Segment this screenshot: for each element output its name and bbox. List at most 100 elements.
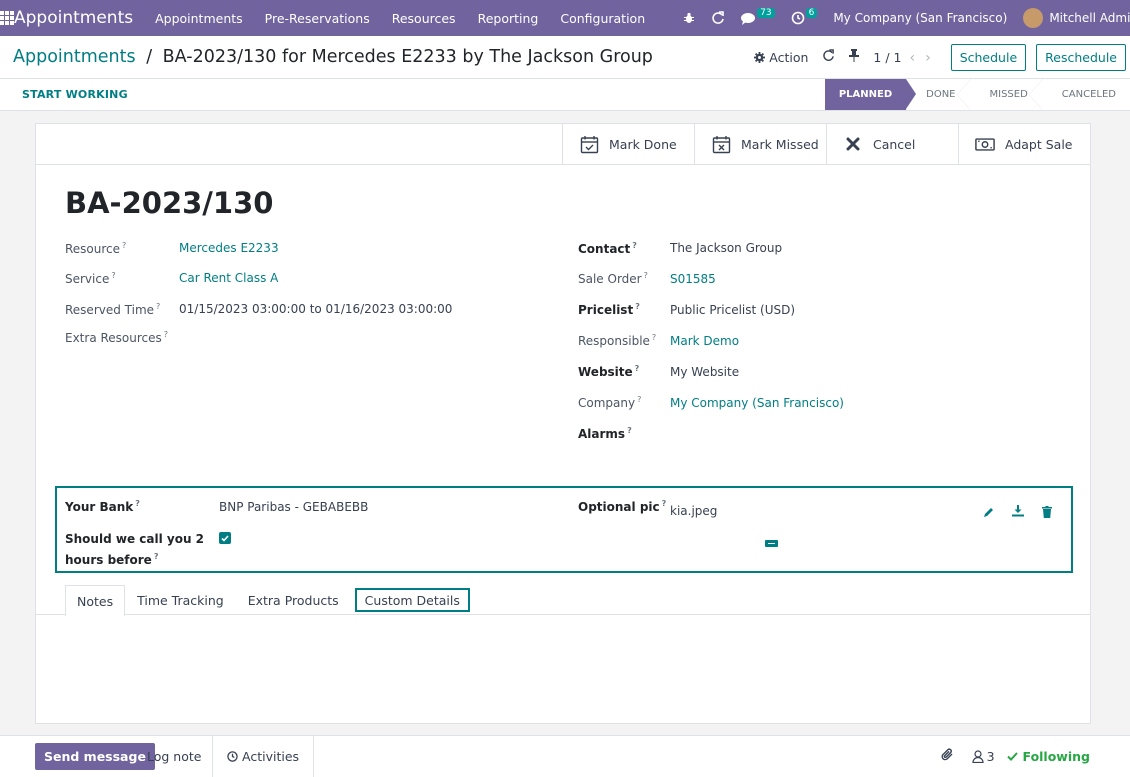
breadcrumb-current: BA-2023/130 for Mercedes E2233 by The Ja… <box>162 47 653 67</box>
followers-count: 3 <box>986 749 995 764</box>
refresh-icon[interactable] <box>711 11 725 25</box>
start-working-button[interactable]: START WORKING <box>22 88 128 101</box>
following-label: Following <box>1022 749 1090 764</box>
activities-clock-icon[interactable]: 6 <box>791 8 818 25</box>
calendar-check-icon <box>579 134 599 154</box>
breadcrumb-parent[interactable]: Appointments <box>13 47 136 67</box>
stage-missed[interactable]: MISSED <box>970 79 1044 110</box>
tab-time-tracking[interactable]: Time Tracking <box>125 585 236 615</box>
pager-next-icon[interactable]: › <box>925 50 931 66</box>
stage-pipeline: PLANNED DONE MISSED CANCELED <box>824 79 1130 110</box>
followers-button[interactable]: 3 <box>971 749 995 764</box>
mark-done-button[interactable]: Mark Done <box>562 124 694 164</box>
activities-button[interactable]: Activities <box>212 736 315 777</box>
breadcrumb: Appointments / BA-2023/130 for Mercedes … <box>13 47 653 67</box>
responsible-value[interactable]: Mark Demo <box>670 334 739 348</box>
gear-icon <box>754 52 766 63</box>
sale-order-label: Sale Order? <box>578 271 648 286</box>
mark-done-label: Mark Done <box>609 136 677 152</box>
optional-pic-filename[interactable]: kia.jpeg <box>670 504 717 518</box>
menu-configuration[interactable]: Configuration <box>560 11 645 26</box>
user-menu[interactable]: Mitchell Admin (16_server) <box>1023 8 1130 28</box>
responsible-label: Responsible? <box>578 333 657 348</box>
messages-icon[interactable]: 73 <box>741 8 775 25</box>
activities-count-badge: 6 <box>805 8 818 18</box>
smart-button-box: Mark Done Mark Missed Cancel Adapt Sale <box>562 124 1090 165</box>
pin-icon[interactable] <box>849 49 860 66</box>
tab-notes[interactable]: Notes <box>65 585 126 616</box>
company-switcher[interactable]: My Company (San Francisco) <box>833 11 1007 25</box>
chatter-bar: Send message Log note Activities 3 Follo… <box>0 735 1130 777</box>
top-navbar: Appointments Appointments Pre-Reservatio… <box>0 0 1130 36</box>
image-preview-icon[interactable] <box>765 540 778 547</box>
user-name: Mitchell Admin (16_server) <box>1049 11 1130 25</box>
download-icon[interactable] <box>1011 504 1025 518</box>
contact-value[interactable]: The Jackson Group <box>670 241 782 255</box>
mark-missed-button[interactable]: Mark Missed <box>694 124 826 164</box>
user-icon <box>971 750 984 763</box>
following-button[interactable]: Following <box>1006 749 1090 764</box>
bug-icon[interactable] <box>683 12 695 24</box>
custom-fields-group: Your Bank? BNP Paribas - GEBABEBB Should… <box>55 486 1073 573</box>
call-before-label: Should we call you 2 hours before? <box>65 532 205 567</box>
check-icon <box>1006 752 1018 761</box>
user-avatar <box>1023 8 1044 28</box>
call-before-checkbox[interactable] <box>219 532 231 544</box>
service-label: Service? <box>65 271 116 286</box>
website-label: Website? <box>578 364 640 379</box>
record-title: BA-2023/130 <box>65 186 274 220</box>
extra-resources-label: Extra Resources? <box>65 330 169 345</box>
company-label: Company? <box>578 395 642 410</box>
tab-extra-products[interactable]: Extra Products <box>236 585 351 615</box>
discard-refresh-icon[interactable] <box>822 49 835 66</box>
alarms-label: Alarms? <box>578 426 632 441</box>
stage-planned[interactable]: PLANNED <box>824 79 917 110</box>
form-sheet: Mark Done Mark Missed Cancel Adapt Sale … <box>35 123 1091 724</box>
cancel-label: Cancel <box>873 136 916 152</box>
pricelist-label: Pricelist? <box>578 302 640 317</box>
menu-pre-reservations[interactable]: Pre-Reservations <box>265 11 370 26</box>
menu-appointments[interactable]: Appointments <box>155 11 243 26</box>
log-note-button[interactable]: Log note <box>147 743 201 770</box>
close-icon <box>843 134 863 154</box>
notebook-tabs: Notes Time Tracking Extra Products Custo… <box>65 585 470 616</box>
breadcrumb-separator: / <box>146 47 153 67</box>
paperclip-icon[interactable] <box>941 748 954 765</box>
reserved-time-value[interactable]: 01/15/2023 03:00:00 to 01/16/2023 03:00:… <box>179 302 452 316</box>
statusbar: START WORKING PLANNED DONE MISSED CANCEL… <box>0 79 1130 111</box>
menu-resources[interactable]: Resources <box>392 11 456 26</box>
your-bank-label: Your Bank? <box>65 499 140 514</box>
schedule-button[interactable]: Schedule <box>950 44 1027 71</box>
resource-label: Resource? <box>65 241 127 256</box>
mark-missed-label: Mark Missed <box>741 136 819 152</box>
resource-value[interactable]: Mercedes E2233 <box>179 241 279 255</box>
pager-value[interactable]: 1 / 1 <box>873 50 901 65</box>
send-message-button[interactable]: Send message <box>35 743 155 770</box>
money-bill-icon <box>975 134 995 154</box>
reserved-time-label: Reserved Time? <box>65 302 161 317</box>
stage-canceled[interactable]: CANCELED <box>1042 79 1130 110</box>
menu-reporting[interactable]: Reporting <box>478 11 539 26</box>
apps-menu-icon[interactable] <box>0 0 14 36</box>
adapt-sale-button[interactable]: Adapt Sale <box>958 124 1090 164</box>
app-name[interactable]: Appointments <box>14 8 133 28</box>
trash-icon[interactable] <box>1040 505 1054 519</box>
reschedule-button[interactable]: Reschedule <box>1036 44 1126 71</box>
activities-label: Activities <box>242 749 300 764</box>
action-menu-button[interactable]: Action <box>754 50 808 65</box>
cancel-button[interactable]: Cancel <box>826 124 958 164</box>
clock-icon <box>227 751 238 762</box>
calendar-x-icon <box>711 134 731 154</box>
sale-order-value[interactable]: S01585 <box>670 272 716 286</box>
website-value[interactable]: My Website <box>670 365 739 379</box>
company-value[interactable]: My Company (San Francisco) <box>670 396 844 410</box>
tab-custom-details[interactable]: Custom Details <box>354 588 470 612</box>
pager-previous-icon[interactable]: ‹ <box>909 50 915 66</box>
optional-pic-label: Optional pic? <box>578 499 667 514</box>
edit-pencil-icon[interactable] <box>981 505 995 519</box>
pricelist-value[interactable]: Public Pricelist (USD) <box>670 303 795 317</box>
messages-count-badge: 73 <box>757 8 775 18</box>
service-value[interactable]: Car Rent Class A <box>179 271 278 285</box>
your-bank-value[interactable]: BNP Paribas - GEBABEBB <box>219 500 368 514</box>
action-label: Action <box>769 50 809 65</box>
